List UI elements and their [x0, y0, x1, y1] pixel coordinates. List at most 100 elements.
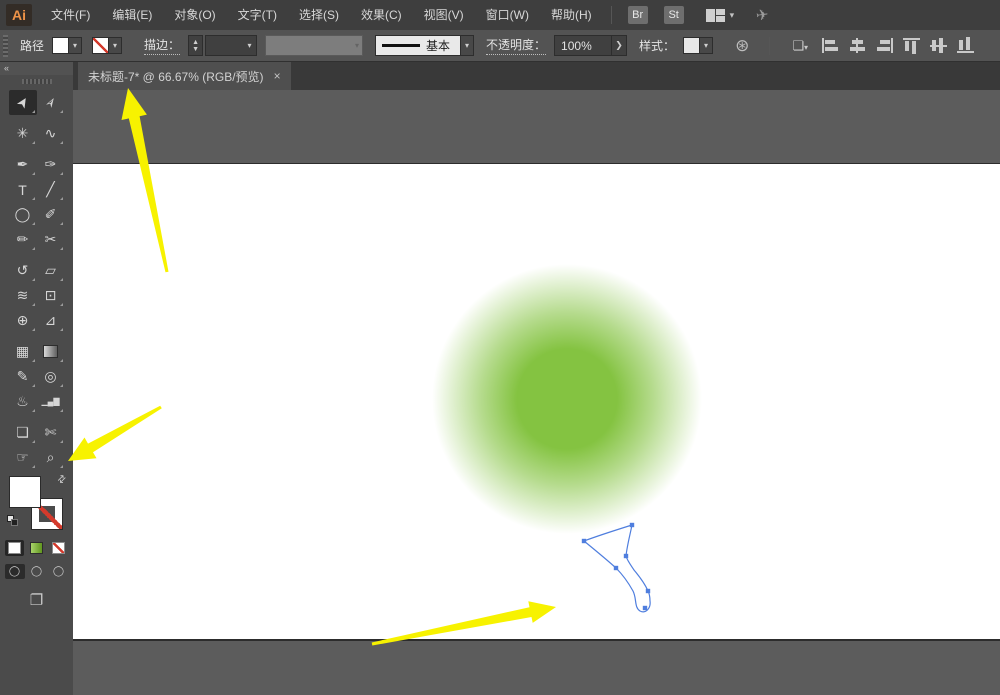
lasso-tool[interactable]: ∿ [37, 121, 65, 146]
none-button[interactable] [49, 540, 68, 556]
green-gradient-circle[interactable] [428, 260, 706, 538]
shape-builder-tool[interactable]: ⊕ [9, 308, 37, 333]
chevron-down-icon[interactable]: ▾ [243, 37, 256, 54]
chevron-down-icon[interactable]: ▾ [109, 37, 123, 54]
stroke-weight-label[interactable]: 描边： [144, 36, 181, 55]
workspace-switcher-icon[interactable] [705, 8, 726, 22]
menu-item[interactable]: 效果(C) [350, 0, 413, 30]
pasteboard[interactable] [73, 90, 1000, 695]
fill-color-dropdown[interactable]: ▾ [52, 37, 83, 54]
menu-item[interactable]: 文件(F) [40, 0, 101, 30]
column-graph-tool[interactable]: ▁▄▇ [37, 389, 65, 414]
slice-tool[interactable]: ✄ [37, 420, 65, 445]
pen-tool[interactable]: ✒ [9, 152, 37, 177]
panel-drag-handle[interactable] [21, 79, 52, 84]
direct-selection-tool[interactable]: ➢ [37, 90, 65, 115]
vertical-align-top-icon[interactable] [902, 38, 920, 54]
perspective-grid-tool[interactable]: ⊿ [37, 308, 65, 333]
gradient-tool-icon [43, 345, 58, 358]
close-icon[interactable]: × [274, 69, 281, 83]
gradient-button[interactable] [27, 540, 46, 556]
line-segment-tool-icon: ╱ [46, 181, 55, 197]
default-fill-stroke-icon[interactable] [6, 515, 18, 526]
draw-inside-button[interactable]: ◯ [49, 564, 69, 579]
mesh-tool[interactable]: ▦ [9, 339, 37, 364]
style-swatch[interactable] [683, 37, 701, 54]
anchor-point [629, 522, 635, 528]
drawing-modes-row: ◯ ◯ ◯ [0, 564, 73, 579]
chevron-down-icon[interactable]: ▾ [461, 35, 475, 56]
pencil-tool[interactable]: ✏ [9, 227, 37, 252]
menu-item[interactable]: 文字(T) [227, 0, 288, 30]
artboard-tool[interactable]: ❏ [9, 420, 37, 445]
horizontal-align-right-icon[interactable] [876, 38, 893, 53]
align-buttons [821, 37, 974, 54]
stroke-weight-stepper[interactable]: ▲ ▼ [188, 35, 204, 56]
swap-fill-stroke-icon[interactable]: ⇄ [55, 473, 69, 487]
paintbrush-tool[interactable]: ✐ [37, 202, 65, 227]
fill-proxy[interactable] [8, 476, 41, 508]
hand-tool[interactable]: ☞ [9, 445, 37, 470]
vertical-align-bottom-icon[interactable] [956, 37, 974, 53]
width-tool[interactable]: ≋ [9, 283, 37, 308]
color-mode-row [0, 540, 73, 556]
color-button[interactable] [5, 540, 24, 556]
menu-items: 文件(F) 编辑(E) 对象(O) 文字(T) 选择(S) 效果(C) 视图(V) 窗口(W)… [40, 0, 603, 30]
draw-behind-button[interactable]: ◯ [27, 564, 47, 579]
menu-item[interactable]: 视图(V) [413, 0, 475, 30]
symbol-sprayer-tool[interactable]: ♨ [9, 389, 37, 414]
eyedropper-tool[interactable]: ✎ [9, 364, 37, 389]
align-to-selection-icon[interactable]: ❏▾ [792, 38, 808, 54]
menu-item[interactable]: 选择(S) [288, 0, 350, 30]
width-profile-dropdown[interactable]: ▾ [265, 35, 364, 56]
graphic-style-dropdown[interactable]: ▾ [683, 37, 714, 54]
opacity-menu-arrow[interactable]: ❯ [612, 35, 628, 56]
stroke-color-dropdown[interactable]: ▾ [92, 37, 123, 54]
shear-tool[interactable]: ▱ [37, 258, 65, 283]
opacity-input[interactable]: 100% [554, 35, 613, 56]
menu-item[interactable]: 对象(O) [163, 0, 226, 30]
vertical-align-center-icon[interactable] [929, 38, 947, 53]
free-transform-tool[interactable]: ⊡ [37, 283, 65, 308]
zoom-tool[interactable]: ⌕ [37, 445, 65, 470]
anchor-point [581, 538, 587, 544]
artboard[interactable] [73, 163, 1000, 641]
menu-item[interactable]: 窗口(W) [475, 0, 540, 30]
screen-mode-button[interactable]: ❐ [0, 591, 73, 609]
fill-swatch[interactable] [52, 37, 70, 54]
gradient-tool[interactable] [37, 339, 65, 364]
lasso-tool-icon: ∿ [44, 125, 57, 141]
type-tool[interactable]: T [9, 177, 37, 202]
stroke-none-swatch[interactable] [92, 37, 110, 54]
menu-item[interactable]: 帮助(H) [540, 0, 603, 30]
stock-button[interactable]: St [663, 6, 684, 24]
ellipse-tool-icon: ◯ [14, 206, 31, 222]
chevron-down-icon[interactable]: ▾ [700, 37, 714, 54]
selected-path[interactable] [570, 513, 670, 621]
chevron-down-icon[interactable]: ▾ [730, 10, 735, 21]
curvature-tool[interactable]: ✑ [37, 152, 65, 177]
line-segment-tool[interactable]: ╱ [37, 177, 65, 202]
cs-live-icon[interactable]: ✈ [755, 5, 770, 25]
panel-grip[interactable] [3, 34, 8, 57]
menu-item[interactable]: 编辑(E) [101, 0, 163, 30]
brush-definition-dropdown[interactable]: 基本 ▾ [375, 35, 475, 56]
opacity-label[interactable]: 不透明度： [486, 36, 547, 55]
horizontal-align-left-icon[interactable] [821, 38, 839, 53]
collapse-panel-button[interactable]: « [0, 62, 73, 75]
selection-tool[interactable]: ➤ [8, 90, 37, 115]
scissors-tool[interactable]: ✂ [37, 227, 65, 252]
magic-wand-tool[interactable]: ✳ [9, 121, 37, 146]
stroke-weight-dropdown[interactable]: ▾ [205, 35, 258, 56]
chevron-down-icon[interactable]: ▾ [69, 37, 83, 54]
bridge-button[interactable]: Br [627, 6, 648, 24]
shape-builder-tool-icon: ⊕ [16, 312, 29, 328]
blend-tool[interactable]: ◎ [37, 364, 65, 389]
rotate-tool[interactable]: ↺ [9, 258, 37, 283]
ellipse-tool[interactable]: ◯ [9, 202, 37, 227]
draw-normal-button[interactable]: ◯ [4, 564, 25, 579]
recolor-artwork-icon[interactable]: ⊛ [735, 36, 749, 56]
document-tab[interactable]: 未标题-7* @ 66.67% (RGB/预览) × [78, 62, 291, 90]
brush-stroke-preview[interactable]: 基本 [375, 35, 462, 56]
horizontal-align-center-icon[interactable] [849, 38, 866, 53]
